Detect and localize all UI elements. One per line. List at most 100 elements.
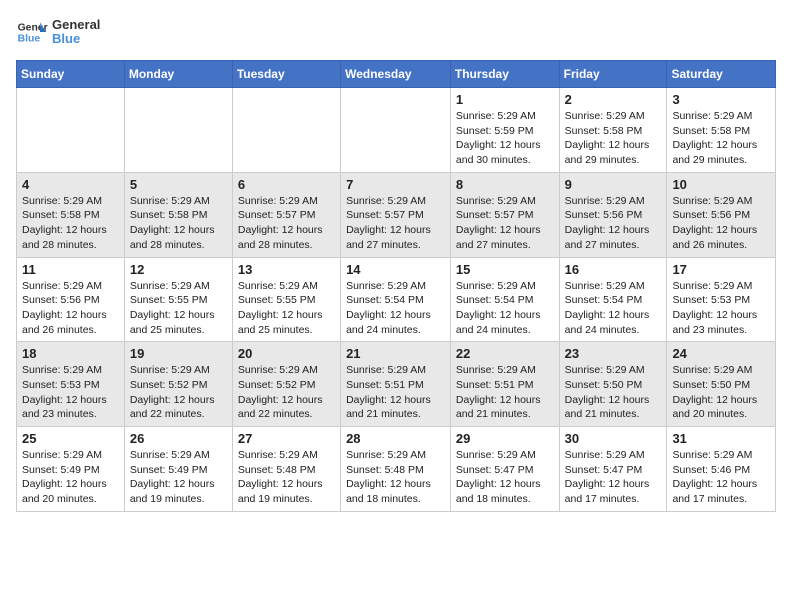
page-header: General Blue General Blue <box>16 16 776 48</box>
day-info: Sunrise: 5:29 AM Sunset: 5:54 PM Dayligh… <box>456 279 554 338</box>
day-info: Sunrise: 5:29 AM Sunset: 5:48 PM Dayligh… <box>238 448 335 507</box>
day-info: Sunrise: 5:29 AM Sunset: 5:54 PM Dayligh… <box>565 279 662 338</box>
day-info: Sunrise: 5:29 AM Sunset: 5:54 PM Dayligh… <box>346 279 445 338</box>
day-info: Sunrise: 5:29 AM Sunset: 5:53 PM Dayligh… <box>672 279 770 338</box>
weekday-header-friday: Friday <box>559 61 667 88</box>
calendar-cell: 7 Sunrise: 5:29 AM Sunset: 5:57 PM Daylig… <box>341 172 451 257</box>
calendar-cell: 31 Sunrise: 5:29 AM Sunset: 5:46 PM Dayli… <box>667 427 776 512</box>
day-number: 5 <box>130 177 227 192</box>
svg-text:Blue: Blue <box>18 34 41 45</box>
day-info: Sunrise: 5:29 AM Sunset: 5:57 PM Dayligh… <box>346 194 445 253</box>
day-number: 25 <box>22 431 119 446</box>
calendar-cell: 18 Sunrise: 5:29 AM Sunset: 5:53 PM Dayli… <box>17 342 125 427</box>
calendar-cell: 21Sunrise: 5:29 AM Sunset: 5:51 PM Dayli… <box>341 342 451 427</box>
day-info: Sunrise: 5:29 AM Sunset: 5:47 PM Dayligh… <box>456 448 554 507</box>
calendar-cell: 26 Sunrise: 5:29 AM Sunset: 5:49 PM Dayli… <box>124 427 232 512</box>
day-number: 24 <box>672 346 770 361</box>
day-info: Sunrise: 5:29 AM Sunset: 5:55 PM Dayligh… <box>238 279 335 338</box>
day-number: 6 <box>238 177 335 192</box>
day-info: Sunrise: 5:29 AM Sunset: 5:57 PM Dayligh… <box>238 194 335 253</box>
weekday-header-saturday: Saturday <box>667 61 776 88</box>
day-number: 18 <box>22 346 119 361</box>
day-info: Sunrise: 5:29 AM Sunset: 5:49 PM Dayligh… <box>22 448 119 507</box>
calendar-cell: 12Sunrise: 5:29 AM Sunset: 5:55 PM Dayli… <box>124 257 232 342</box>
day-info: Sunrise: 5:29 AM Sunset: 5:51 PM Dayligh… <box>456 363 554 422</box>
day-info: Sunrise: 5:29 AM Sunset: 5:47 PM Dayligh… <box>565 448 662 507</box>
calendar-cell: 1Sunrise: 5:29 AM Sunset: 5:59 PM Daylig… <box>450 88 559 173</box>
calendar-header: SundayMondayTuesdayWednesdayThursdayFrid… <box>17 61 776 88</box>
calendar-cell: 19 Sunrise: 5:29 AM Sunset: 5:52 PM Dayli… <box>124 342 232 427</box>
day-number: 26 <box>130 431 227 446</box>
calendar-cell <box>232 88 340 173</box>
calendar-week-1: 1Sunrise: 5:29 AM Sunset: 5:59 PM Daylig… <box>17 88 776 173</box>
calendar-cell: 27 Sunrise: 5:29 AM Sunset: 5:48 PM Dayli… <box>232 427 340 512</box>
day-number: 13 <box>238 262 335 277</box>
day-info: Sunrise: 5:29 AM Sunset: 5:56 PM Dayligh… <box>22 279 119 338</box>
calendar-cell <box>341 88 451 173</box>
weekday-header-monday: Monday <box>124 61 232 88</box>
day-number: 29 <box>456 431 554 446</box>
calendar-cell: 9Sunrise: 5:29 AM Sunset: 5:56 PM Daylig… <box>559 172 667 257</box>
calendar-cell: 24 Sunrise: 5:29 AM Sunset: 5:50 PM Dayli… <box>667 342 776 427</box>
day-info: Sunrise: 5:29 AM Sunset: 5:58 PM Dayligh… <box>130 194 227 253</box>
day-info: Sunrise: 5:29 AM Sunset: 5:52 PM Dayligh… <box>238 363 335 422</box>
day-number: 1 <box>456 92 554 107</box>
calendar-body: 1Sunrise: 5:29 AM Sunset: 5:59 PM Daylig… <box>17 88 776 512</box>
day-info: Sunrise: 5:29 AM Sunset: 5:53 PM Dayligh… <box>22 363 119 422</box>
calendar-cell: 10 Sunrise: 5:29 AM Sunset: 5:56 PM Dayli… <box>667 172 776 257</box>
day-info: Sunrise: 5:29 AM Sunset: 5:56 PM Dayligh… <box>565 194 662 253</box>
day-info: Sunrise: 5:29 AM Sunset: 5:50 PM Dayligh… <box>565 363 662 422</box>
calendar-cell: 25 Sunrise: 5:29 AM Sunset: 5:49 PM Dayli… <box>17 427 125 512</box>
day-number: 21 <box>346 346 445 361</box>
day-number: 7 <box>346 177 445 192</box>
logo: General Blue General Blue <box>16 16 100 48</box>
day-number: 2 <box>565 92 662 107</box>
calendar-cell: 15 Sunrise: 5:29 AM Sunset: 5:54 PM Dayli… <box>450 257 559 342</box>
day-number: 22 <box>456 346 554 361</box>
calendar-cell: 17 Sunrise: 5:29 AM Sunset: 5:53 PM Dayli… <box>667 257 776 342</box>
calendar-cell: 3 Sunrise: 5:29 AM Sunset: 5:58 PM Daylig… <box>667 88 776 173</box>
day-info: Sunrise: 5:29 AM Sunset: 5:58 PM Dayligh… <box>672 109 770 168</box>
day-number: 12 <box>130 262 227 277</box>
day-number: 11 <box>22 262 119 277</box>
calendar-cell: 4 Sunrise: 5:29 AM Sunset: 5:58 PM Daylig… <box>17 172 125 257</box>
day-number: 19 <box>130 346 227 361</box>
logo-icon: General Blue <box>16 16 48 48</box>
day-number: 4 <box>22 177 119 192</box>
day-info: Sunrise: 5:29 AM Sunset: 5:57 PM Dayligh… <box>456 194 554 253</box>
day-number: 15 <box>456 262 554 277</box>
weekday-header-wednesday: Wednesday <box>341 61 451 88</box>
calendar-week-2: 4 Sunrise: 5:29 AM Sunset: 5:58 PM Daylig… <box>17 172 776 257</box>
calendar-week-5: 25 Sunrise: 5:29 AM Sunset: 5:49 PM Dayli… <box>17 427 776 512</box>
day-info: Sunrise: 5:29 AM Sunset: 5:52 PM Dayligh… <box>130 363 227 422</box>
day-info: Sunrise: 5:29 AM Sunset: 5:50 PM Dayligh… <box>672 363 770 422</box>
calendar-cell: 28Sunrise: 5:29 AM Sunset: 5:48 PM Dayli… <box>341 427 451 512</box>
calendar-cell: 11 Sunrise: 5:29 AM Sunset: 5:56 PM Dayli… <box>17 257 125 342</box>
day-number: 17 <box>672 262 770 277</box>
calendar-cell: 16 Sunrise: 5:29 AM Sunset: 5:54 PM Dayli… <box>559 257 667 342</box>
day-info: Sunrise: 5:29 AM Sunset: 5:48 PM Dayligh… <box>346 448 445 507</box>
day-info: Sunrise: 5:29 AM Sunset: 5:58 PM Dayligh… <box>565 109 662 168</box>
day-number: 16 <box>565 262 662 277</box>
calendar-cell: 2 Sunrise: 5:29 AM Sunset: 5:58 PM Daylig… <box>559 88 667 173</box>
calendar-cell: 20Sunrise: 5:29 AM Sunset: 5:52 PM Dayli… <box>232 342 340 427</box>
calendar-cell: 22 Sunrise: 5:29 AM Sunset: 5:51 PM Dayli… <box>450 342 559 427</box>
day-info: Sunrise: 5:29 AM Sunset: 5:49 PM Dayligh… <box>130 448 227 507</box>
weekday-header-tuesday: Tuesday <box>232 61 340 88</box>
day-number: 3 <box>672 92 770 107</box>
calendar-cell: 8 Sunrise: 5:29 AM Sunset: 5:57 PM Daylig… <box>450 172 559 257</box>
day-info: Sunrise: 5:29 AM Sunset: 5:56 PM Dayligh… <box>672 194 770 253</box>
weekday-header-sunday: Sunday <box>17 61 125 88</box>
calendar-table: SundayMondayTuesdayWednesdayThursdayFrid… <box>16 60 776 512</box>
calendar-week-3: 11 Sunrise: 5:29 AM Sunset: 5:56 PM Dayli… <box>17 257 776 342</box>
day-number: 14 <box>346 262 445 277</box>
day-number: 10 <box>672 177 770 192</box>
weekday-header-thursday: Thursday <box>450 61 559 88</box>
calendar-week-4: 18 Sunrise: 5:29 AM Sunset: 5:53 PM Dayli… <box>17 342 776 427</box>
day-info: Sunrise: 5:29 AM Sunset: 5:58 PM Dayligh… <box>22 194 119 253</box>
day-number: 8 <box>456 177 554 192</box>
day-info: Sunrise: 5:29 AM Sunset: 5:46 PM Dayligh… <box>672 448 770 507</box>
day-number: 31 <box>672 431 770 446</box>
day-number: 30 <box>565 431 662 446</box>
day-number: 27 <box>238 431 335 446</box>
